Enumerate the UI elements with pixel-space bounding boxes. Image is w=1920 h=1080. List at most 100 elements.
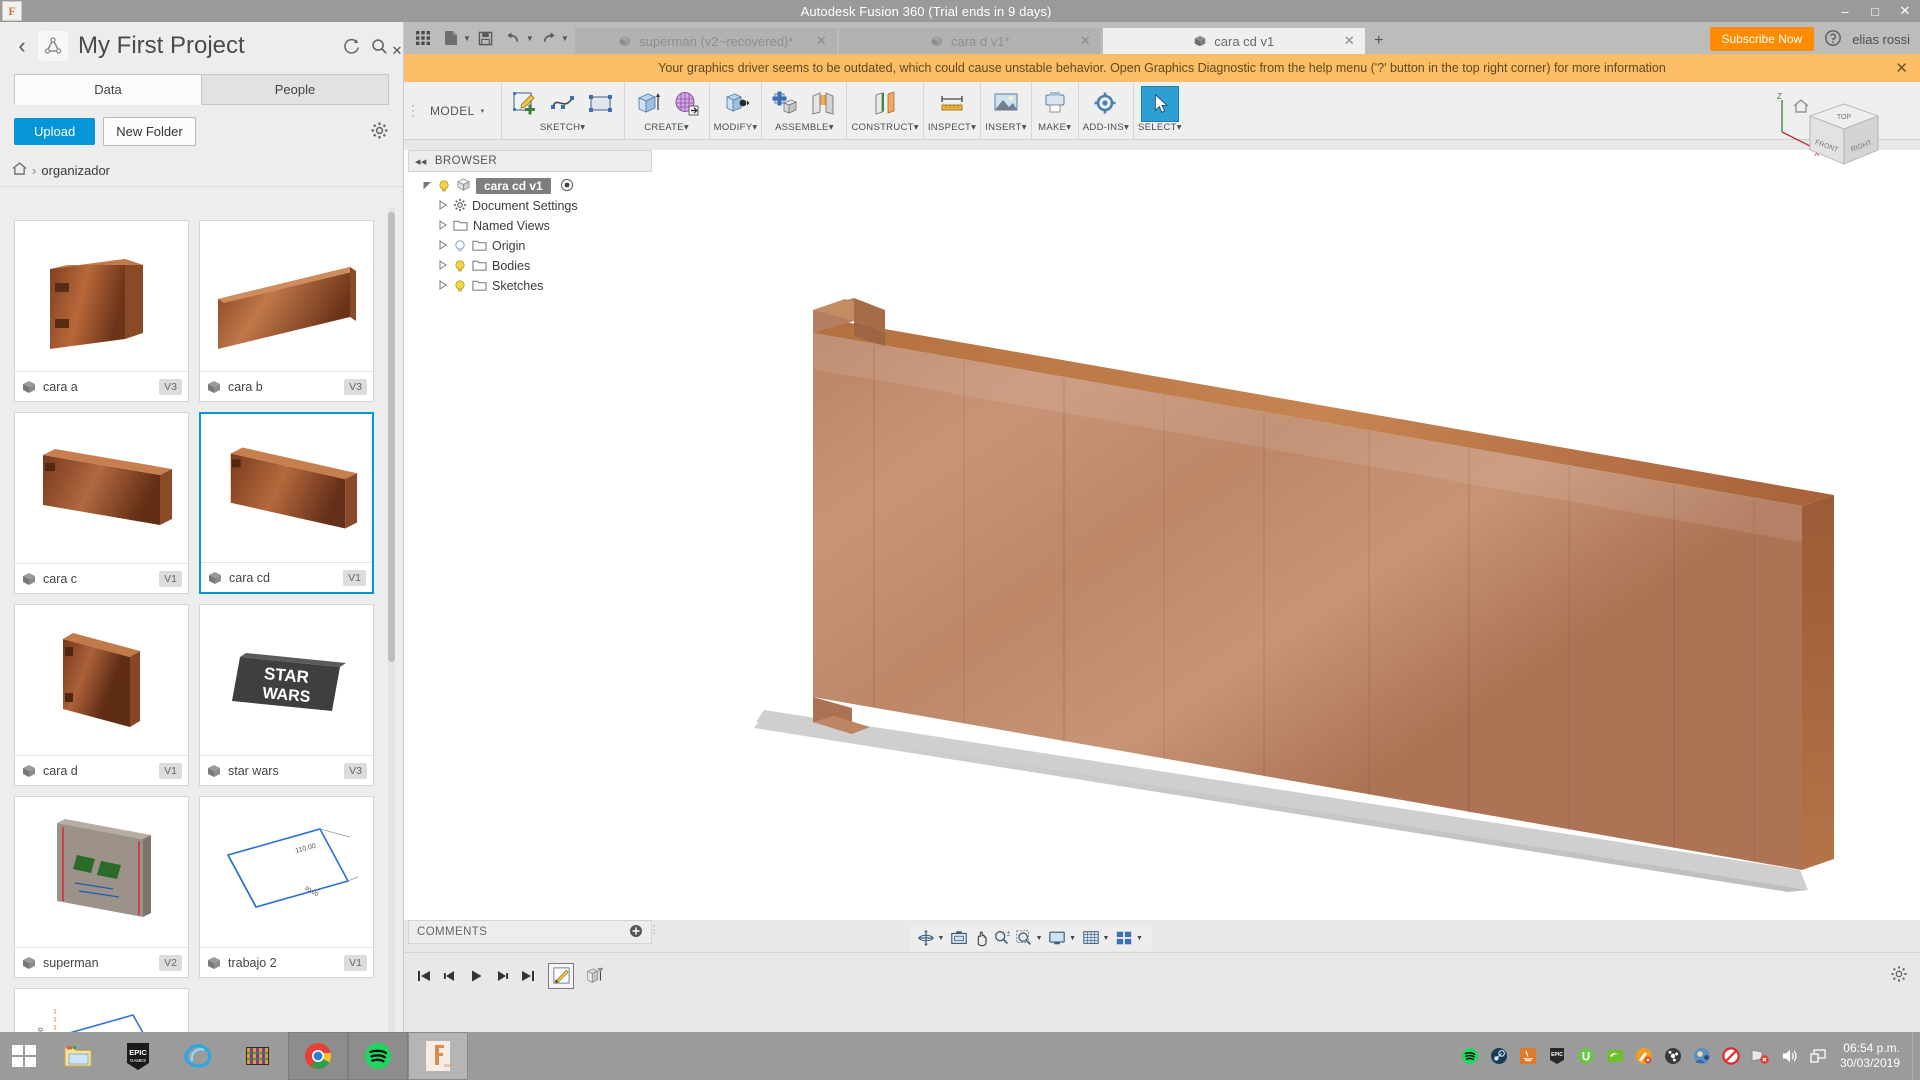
go-to-beginning-icon[interactable]	[412, 963, 436, 989]
tree-node-origin[interactable]: Origin	[408, 236, 652, 256]
maximize-button[interactable]: □	[1860, 0, 1890, 22]
utorrent-tray-icon[interactable]	[1576, 1046, 1596, 1066]
document-tab-cara-d[interactable]: cara d v1* ✕	[838, 28, 1101, 54]
expand-triangle-icon[interactable]	[438, 260, 448, 272]
tab-data[interactable]: Data	[14, 74, 201, 105]
insert-mesh-icon[interactable]	[987, 86, 1025, 122]
document-tab-cara-cd[interactable]: cara cd v1 ✕	[1102, 28, 1365, 54]
ribbon-group-label[interactable]: INSERT▾	[985, 122, 1027, 136]
visibility-bulb-icon[interactable]	[437, 179, 451, 193]
save-icon[interactable]	[473, 25, 499, 51]
orbit-caret-icon[interactable]: ▼	[938, 935, 945, 942]
java-tray-icon[interactable]	[1518, 1046, 1538, 1066]
go-to-end-icon[interactable]	[516, 963, 540, 989]
windows-start-icon[interactable]	[0, 1032, 48, 1080]
volume-icon[interactable]	[1779, 1046, 1799, 1066]
undo-caret-icon[interactable]: ▼	[526, 34, 534, 43]
display-settings-icon[interactable]	[1048, 927, 1068, 949]
list-item-selected[interactable]: cara cd V1	[199, 412, 374, 594]
press-pull-icon[interactable]	[717, 86, 755, 122]
extrude-icon[interactable]	[629, 86, 667, 122]
sketch-feature-icon[interactable]	[548, 962, 574, 989]
undo-icon[interactable]	[501, 25, 527, 51]
visibility-bulb-icon[interactable]	[453, 259, 467, 273]
scripts-addins-icon[interactable]	[1087, 86, 1125, 122]
close-icon[interactable]: ✕	[1344, 33, 1355, 49]
tab-people[interactable]: People	[201, 74, 389, 105]
tree-node-cara-cd-v1[interactable]: cara cd v1	[408, 176, 652, 196]
visibility-bulb-icon[interactable]	[453, 239, 467, 253]
viewports-icon[interactable]	[1114, 927, 1134, 949]
step-back-icon[interactable]	[438, 963, 462, 989]
viewports-caret-icon[interactable]: ▼	[1136, 935, 1143, 942]
app-grid-icon[interactable]	[410, 25, 436, 51]
user-name[interactable]: elias rossi	[1852, 32, 1910, 47]
taskbar-app-internet-explorer[interactable]	[168, 1032, 228, 1080]
collapse-icon[interactable]: ◂◂	[415, 155, 427, 168]
visibility-bulb-icon[interactable]	[453, 279, 467, 293]
close-icon[interactable]: ✕	[1080, 33, 1091, 49]
grid-snap-icon[interactable]	[1081, 927, 1101, 949]
tree-node-named-views[interactable]: Named Views	[408, 216, 652, 236]
ribbon-group-label[interactable]: ASSEMBLE▾	[775, 122, 834, 136]
teamviewer-tray-icon[interactable]	[1692, 1046, 1712, 1066]
expand-triangle-icon[interactable]	[422, 180, 432, 193]
list-item[interactable]: cara b V3	[199, 220, 374, 402]
close-icon[interactable]: ✕	[816, 33, 827, 49]
play-icon[interactable]	[464, 963, 488, 989]
help-icon[interactable]	[1824, 29, 1842, 50]
create-sketch-icon[interactable]	[506, 86, 544, 122]
back-button[interactable]: ‹	[10, 33, 34, 59]
close-icon[interactable]: ✕	[1895, 59, 1908, 77]
measure-icon[interactable]	[933, 86, 971, 122]
display-icon[interactable]	[1808, 1046, 1828, 1066]
look-at-icon[interactable]	[949, 927, 969, 949]
list-item[interactable]: 110.00 30.00 trabajo 2 V1	[199, 796, 374, 978]
breadcrumb-folder[interactable]: organizador	[41, 163, 110, 178]
nvidia-tray-icon[interactable]	[1605, 1046, 1625, 1066]
zoom-window-icon[interactable]	[1014, 927, 1034, 949]
subscribe-now-button[interactable]: Subscribe Now	[1709, 27, 1815, 51]
upload-button[interactable]: Upload	[14, 118, 96, 145]
gear-icon[interactable]	[370, 121, 389, 143]
pan-icon[interactable]	[971, 927, 991, 949]
step-forward-icon[interactable]	[490, 963, 514, 989]
spline-icon[interactable]	[544, 86, 582, 122]
zoom-window-caret-icon[interactable]: ▼	[1036, 935, 1043, 942]
ribbon-group-label[interactable]: INSPECT▾	[928, 122, 976, 136]
tree-node-sketches[interactable]: Sketches	[408, 276, 652, 296]
taskbar-app-spotify[interactable]	[348, 1032, 408, 1080]
extrude-feature-icon[interactable]	[582, 963, 608, 989]
list-item[interactable]: STAR WARS star wars V3	[199, 604, 374, 786]
joint-icon[interactable]	[804, 86, 842, 122]
minimize-button[interactable]: –	[1830, 0, 1860, 22]
list-item[interactable]: superman V2	[14, 796, 189, 978]
ribbon-group-label[interactable]: SKETCH▾	[540, 122, 585, 136]
epic-tray-icon[interactable]: EPIC	[1547, 1046, 1567, 1066]
taskbar-clock[interactable]: 06:54 p.m. 30/03/2019	[1834, 1041, 1912, 1071]
list-item[interactable]: cara d V1	[14, 604, 189, 786]
form-icon[interactable]	[667, 86, 705, 122]
timeline-settings-icon[interactable]	[1890, 965, 1908, 986]
rectangle-icon[interactable]	[582, 86, 620, 122]
taskbar-app-winrar[interactable]	[228, 1032, 288, 1080]
offset-plane-icon[interactable]	[866, 86, 904, 122]
add-comment-icon[interactable]	[629, 924, 643, 941]
home-icon[interactable]	[12, 162, 27, 178]
expand-triangle-icon[interactable]	[438, 200, 448, 212]
ribbon-group-label[interactable]: SELECT▾	[1138, 122, 1182, 136]
workspace-selector[interactable]: MODEL ▾	[418, 82, 502, 139]
taskbar-app-file-explorer[interactable]	[48, 1032, 108, 1080]
select-cursor-icon[interactable]	[1140, 86, 1179, 122]
new-component-icon[interactable]	[766, 86, 804, 122]
ribbon-group-label[interactable]: CONSTRUCT▾	[851, 122, 918, 136]
add-tab-button[interactable]: +	[1367, 28, 1391, 54]
network-error-icon[interactable]	[1750, 1046, 1770, 1066]
list-item[interactable]: cara a V3	[14, 220, 189, 402]
new-file-caret-icon[interactable]: ▼	[463, 34, 471, 43]
comments-panel[interactable]: COMMENTS ⋮	[408, 920, 660, 944]
comments-resize-grip[interactable]: ⋮	[649, 923, 660, 936]
display-settings-caret-icon[interactable]: ▼	[1069, 935, 1076, 942]
redo-icon[interactable]	[536, 25, 562, 51]
ribbon-group-label[interactable]: CREATE▾	[644, 122, 689, 136]
